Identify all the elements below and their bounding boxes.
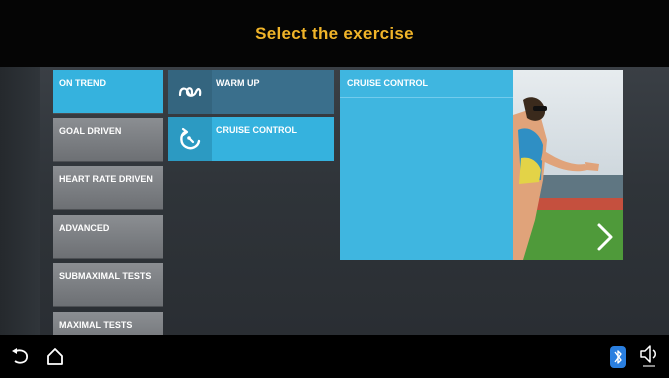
back-icon[interactable] (10, 346, 30, 371)
exercise-warm-up[interactable]: WARM UP (168, 70, 334, 114)
category-label: ADVANCED (59, 223, 110, 233)
detail-title: CRUISE CONTROL (340, 70, 515, 98)
category-submaximal-tests[interactable]: SUBMAXIMAL TESTS (53, 263, 163, 307)
category-label: HEART RATE DRIVEN (59, 174, 153, 184)
category-maximal-tests[interactable]: MAXIMAL TESTS (53, 312, 163, 335)
category-advanced[interactable]: ADVANCED (53, 215, 163, 259)
category-goal-driven[interactable]: GOAL DRIVEN (53, 118, 163, 162)
page-title: Select the exercise (255, 23, 414, 43)
next-arrow-icon[interactable] (594, 222, 616, 252)
category-heart-rate-driven[interactable]: HEART RATE DRIVEN (53, 166, 163, 210)
infinity-loop-icon (168, 70, 212, 114)
category-label: MAXIMAL TESTS (59, 320, 133, 330)
category-on-trend[interactable]: ON TREND (53, 70, 163, 114)
category-label: SUBMAXIMAL TESTS (59, 271, 152, 281)
bluetooth-icon[interactable] (610, 346, 626, 373)
volume-icon[interactable] (638, 343, 662, 374)
category-label: GOAL DRIVEN (59, 126, 122, 136)
category-label: ON TREND (59, 78, 106, 88)
system-nav-bar (0, 335, 669, 378)
exercise-selection-panel: ON TREND GOAL DRIVEN HEART RATE DRIVEN A… (0, 67, 669, 335)
exercise-label: CRUISE CONTROL (216, 125, 297, 135)
left-edge-strip (0, 67, 40, 335)
exercise-label: WARM UP (216, 78, 260, 88)
cruise-control-icon (168, 117, 212, 161)
home-icon[interactable] (45, 346, 65, 371)
exercise-detail-panel: CRUISE CONTROL (340, 70, 515, 260)
exercise-cruise-control[interactable]: CRUISE CONTROL (168, 117, 334, 161)
app-header: Select the exercise (0, 0, 669, 67)
